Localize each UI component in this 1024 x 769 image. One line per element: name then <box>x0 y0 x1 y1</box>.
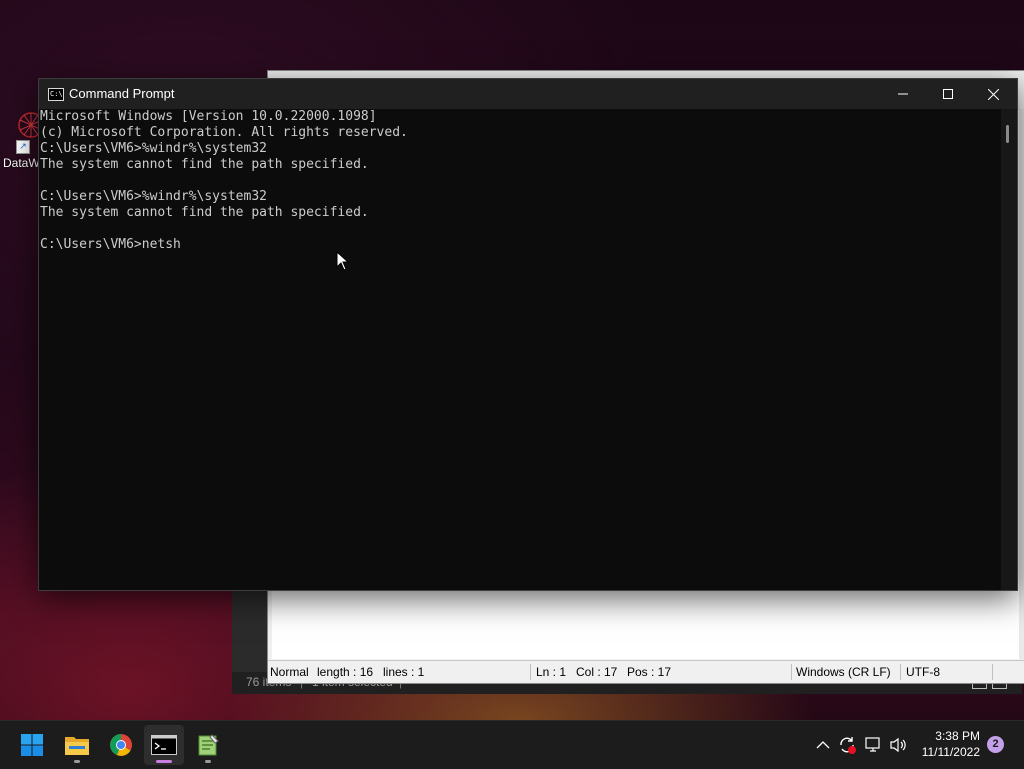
status-col: Col : 17 <box>576 665 618 679</box>
windows-logo-icon <box>21 734 43 756</box>
start-button[interactable] <box>12 725 52 765</box>
scrollbar-thumb[interactable] <box>1006 125 1009 143</box>
status-mode: Normal <box>270 665 309 679</box>
status-separator <box>992 664 993 680</box>
notepad-status-bar: Normal length : 16 lines : 1 Ln : 1 Col … <box>268 660 1024 683</box>
status-separator <box>791 664 792 680</box>
volume-button[interactable] <box>889 735 909 755</box>
close-button[interactable] <box>971 79 1016 109</box>
status-eol: Windows (CR LF) <box>796 665 891 679</box>
network-button[interactable] <box>864 735 884 755</box>
folder-icon <box>65 737 89 755</box>
console-line: The system cannot find the path specifie… <box>40 157 369 172</box>
active-indicator <box>156 760 172 763</box>
mouse-cursor-icon <box>336 251 350 271</box>
sync-icon <box>840 737 856 754</box>
cmd-app-icon[interactable]: C:\ <box>48 88 64 101</box>
console-line: C:\Users\VM6>%windr%\system32 <box>40 141 267 156</box>
status-pos: Pos : 17 <box>627 665 672 679</box>
console-output[interactable]: Microsoft Windows [Version 10.0.22000.10… <box>39 109 1001 590</box>
maximize-button[interactable] <box>925 79 970 109</box>
cmd-title: Command Prompt <box>69 86 175 101</box>
notepad-scrollbar[interactable] <box>1019 109 1024 659</box>
status-separator <box>900 664 901 680</box>
status-separator <box>530 664 531 680</box>
status-lines: lines : 1 <box>383 665 425 679</box>
show-hidden-icons-button[interactable] <box>813 735 833 755</box>
taskbar-file-explorer[interactable] <box>57 725 97 765</box>
status-ln: Ln : 1 <box>536 665 567 679</box>
notepad-plus-plus-icon <box>198 734 219 756</box>
clock-date: 11/11/2022 <box>921 745 980 759</box>
console-scrollbar[interactable] <box>1001 109 1017 590</box>
cmd-titlebar[interactable]: C:\ Command Prompt <box>39 79 1017 109</box>
notification-badge[interactable]: 2 <box>987 736 1004 753</box>
sync-status-button[interactable] <box>837 735 857 755</box>
clock-time: 3:38 PM <box>935 729 980 743</box>
status-length: length : 16 <box>317 665 374 679</box>
minimize-icon <box>897 93 908 95</box>
terminal-icon <box>151 735 177 755</box>
taskbar: 3:38 PM 11/11/2022 2 <box>0 720 1024 769</box>
volume-icon <box>890 737 906 753</box>
console-line: C:\Users\VM6>%windr%\system32 <box>40 189 267 204</box>
console-line: The system cannot find the path specifie… <box>40 205 369 220</box>
clock-button[interactable]: 3:38 PM 11/11/2022 <box>918 728 980 760</box>
chrome-icon <box>110 734 132 756</box>
status-encoding: UTF-8 <box>906 665 940 679</box>
network-icon <box>865 737 880 752</box>
console-line: Microsoft Windows [Version 10.0.22000.10… <box>40 109 377 124</box>
running-indicator <box>74 760 80 763</box>
maximize-icon <box>942 89 953 99</box>
running-indicator <box>205 760 211 763</box>
close-icon <box>988 88 999 100</box>
desktop-icon-label: DataW <box>3 156 40 170</box>
taskbar-chrome[interactable] <box>101 725 141 765</box>
taskbar-command-prompt[interactable] <box>144 725 184 765</box>
console-line: (c) Microsoft Corporation. All rights re… <box>40 125 408 140</box>
minimize-button[interactable] <box>880 79 925 109</box>
chevron-up-icon <box>816 741 830 749</box>
shortcut-arrow-icon: ↗ <box>16 140 30 154</box>
console-input-line[interactable]: C:\Users\VM6>netsh <box>39 237 1001 253</box>
command-prompt-window[interactable]: C:\ Command Prompt Microsoft Windows [Ve… <box>38 78 1018 591</box>
taskbar-notepad-plus-plus[interactable] <box>188 725 228 765</box>
